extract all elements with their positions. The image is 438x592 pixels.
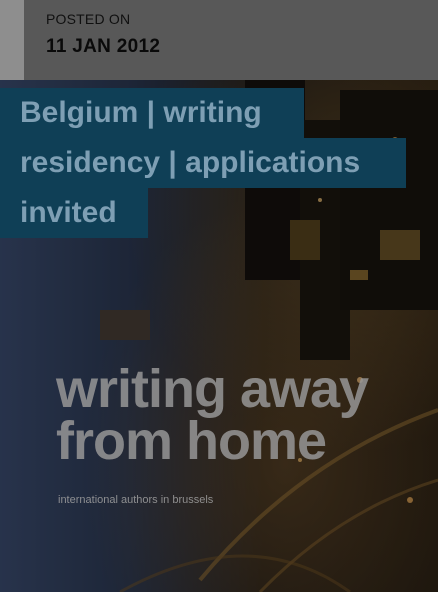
cover-title-line: writing away [56, 359, 369, 419]
post-title-line[interactable]: Belgium | writing [0, 88, 304, 138]
post-title-line[interactable]: invited [0, 188, 148, 238]
cover-title-line: from home [56, 411, 327, 471]
posted-on-label: POSTED ON [46, 11, 131, 27]
post-title-line[interactable]: residency | applications [0, 138, 406, 188]
posted-accent-block [0, 0, 24, 80]
cover-subtitle: international authors in brussels [58, 494, 214, 506]
post-title[interactable]: Belgium | writing residency | applicatio… [0, 88, 406, 238]
posted-on-bar: POSTED ON 11 JAN 2012 [0, 0, 438, 80]
cover-title: writing away from home [56, 359, 369, 471]
posted-date[interactable]: 11 JAN 2012 [46, 36, 160, 58]
